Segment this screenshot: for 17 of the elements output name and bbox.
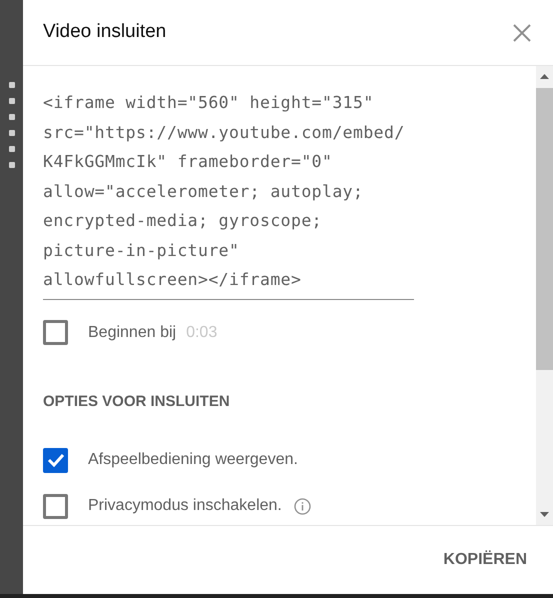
checkbox[interactable] bbox=[43, 320, 68, 345]
info-icon[interactable] bbox=[294, 498, 311, 514]
scrollbar-thumb[interactable] bbox=[536, 88, 553, 370]
check-icon bbox=[46, 453, 64, 467]
dialog-title: Video insluiten bbox=[43, 20, 166, 44]
copy-button[interactable]: KOPIËREN bbox=[443, 542, 527, 578]
scroll-down-icon[interactable] bbox=[540, 512, 549, 517]
option-label: Privacymodus inschakelen. bbox=[88, 496, 282, 516]
scroll-up-icon[interactable] bbox=[540, 74, 549, 79]
checkbox[interactable] bbox=[43, 494, 68, 518]
scrollbar[interactable] bbox=[536, 66, 553, 525]
embed-code-field[interactable]: <iframe width="560" height="315" src="https://www.youtube.com/embed/ K4FkGGMmcIk" frameborder="0" allow="accelerometer; autoplay; encrypted-media; gyroscope; picture-in-picture" allowfullscreen></iframe> bbox=[43, 88, 414, 300]
close-icon[interactable] bbox=[513, 24, 531, 42]
section-heading: OPTIES VOOR INSLUITEN bbox=[43, 392, 231, 412]
checkbox[interactable] bbox=[43, 448, 68, 472]
option-label: Afspeelbediening weergeven. bbox=[88, 450, 298, 470]
start-at-label: Beginnen bij bbox=[88, 322, 176, 342]
